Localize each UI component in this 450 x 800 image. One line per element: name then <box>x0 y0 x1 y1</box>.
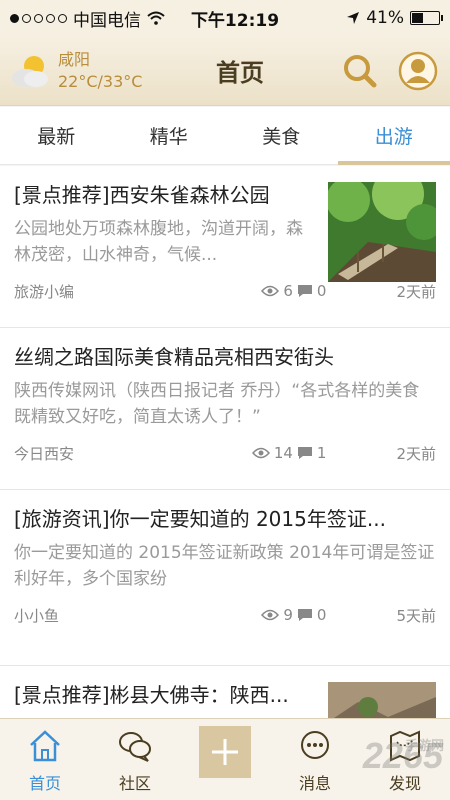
article-time: 2天前 <box>396 282 436 301</box>
comment-count: 0 <box>316 606 327 624</box>
location-arrow-icon <box>347 12 360 24</box>
comment-count: 0 <box>316 282 327 300</box>
status-bar: 中国电信 下午12:19 41% <box>0 0 450 36</box>
article-time: 2天前 <box>396 444 436 463</box>
tabbar-home[interactable]: 首页 <box>0 719 90 800</box>
app-header: 咸阳 22°C/33°C 首页 <box>0 36 450 106</box>
article-summary: 陕西传媒网讯（陕西日报记者 乔丹）“各式各样的美食既精致又好吃，简直太诱人了！” <box>14 381 420 427</box>
article-meta: 今日西安 14 1 2天前 <box>14 440 436 466</box>
tabbar-label: 社区 <box>118 774 151 793</box>
tabbar-messages[interactable]: 消息 <box>270 719 360 800</box>
tab-featured[interactable]: 精华 <box>113 107 226 164</box>
tab-latest[interactable]: 最新 <box>0 107 113 164</box>
status-time: 下午12:19 <box>190 10 280 31</box>
view-count: 14 <box>273 444 293 462</box>
header-actions <box>330 51 450 91</box>
battery-percent: 41% <box>366 8 404 28</box>
article-time: 5天前 <box>396 606 436 625</box>
comment-count: 1 <box>316 444 327 462</box>
tab-travel[interactable]: 出游 <box>337 107 450 165</box>
message-dots-icon <box>301 731 329 759</box>
article-thumbnail <box>328 182 436 282</box>
article-title: [景点推荐]西安朱雀森林公园 <box>14 183 270 207</box>
comment-icon <box>297 285 312 297</box>
article-title: [旅游资讯]你一定要知道的 2015年签证... <box>14 507 386 531</box>
category-tabs: 最新 精华 美食 出游 <box>0 107 450 165</box>
article-list: [景点推荐]西安朱雀森林公园 公园地处万项森林腹地，沟道开阔，森林茂密，山水神奇… <box>0 166 450 718</box>
tabbar-community[interactable]: 社区 <box>90 719 180 800</box>
profile-avatar-icon[interactable] <box>398 51 438 91</box>
status-right: 41% <box>290 8 443 28</box>
wifi-icon <box>147 11 165 25</box>
bottom-tab-bar: 首页 社区 消息 发现 <box>0 718 450 800</box>
tabbar-label: 首页 <box>28 774 61 793</box>
article-source: 小小鱼 <box>14 606 60 625</box>
battery-icon <box>410 11 443 25</box>
compose-button[interactable] <box>199 726 251 778</box>
carrier-label: 中国电信 <box>73 10 141 31</box>
weather-widget[interactable]: 咸阳 22°C/33°C <box>0 49 170 93</box>
status-left: 中国电信 <box>10 6 180 31</box>
article-title: 丝绸之路国际美食精品亮相西安街头 <box>14 345 334 369</box>
article-stats: 6 0 <box>261 282 326 300</box>
tabbar-compose[interactable] <box>180 719 270 800</box>
comment-icon <box>297 609 312 621</box>
article-thumbnail <box>328 682 436 718</box>
article-item[interactable]: 丝绸之路国际美食精品亮相西安街头 陕西传媒网讯（陕西日报记者 乔丹）“各式各样的… <box>0 328 450 490</box>
view-count: 6 <box>283 282 293 300</box>
map-icon <box>390 730 420 762</box>
chat-bubbles-icon <box>119 732 151 762</box>
article-item[interactable]: [旅游资讯]你一定要知道的 2015年签证... 你一定要知道的 2015年签证… <box>0 490 450 666</box>
weather-info: 咸阳 22°C/33°C <box>58 49 142 93</box>
temperature-range: 22°C/33°C <box>58 71 143 91</box>
article-item[interactable]: [景点推荐]彬县大佛寺：陕西... <box>0 666 450 718</box>
tabbar-label: 消息 <box>298 774 331 793</box>
view-count: 9 <box>283 606 293 624</box>
eye-icon <box>261 285 280 297</box>
plus-icon <box>212 739 238 765</box>
signal-strength-icon <box>10 13 67 23</box>
eye-icon <box>261 609 280 621</box>
page-title: 首页 <box>216 59 264 87</box>
article-stats: 14 1 <box>251 444 327 462</box>
tab-food[interactable]: 美食 <box>225 107 338 164</box>
article-stats: 9 0 <box>261 606 326 624</box>
article-item[interactable]: [景点推荐]西安朱雀森林公园 公园地处万项森林腹地，沟道开阔，森林茂密，山水神奇… <box>0 166 450 328</box>
partly-cloudy-icon <box>12 55 48 87</box>
article-source: 今日西安 <box>14 444 75 463</box>
article-title: [景点推荐]彬县大佛寺：陕西... <box>14 683 289 707</box>
tabbar-label: 发现 <box>388 774 421 793</box>
city-name: 咸阳 <box>58 49 91 69</box>
tabbar-discover[interactable]: 发现 <box>360 719 450 800</box>
article-meta: 小小鱼 9 0 5天前 <box>14 602 436 628</box>
article-summary: 公园地处万项森林腹地，沟道开阔，森林茂密，山水神奇，气候... <box>14 219 303 265</box>
comment-icon <box>297 447 312 459</box>
home-icon <box>30 730 60 762</box>
search-icon[interactable] <box>340 51 380 91</box>
eye-icon <box>251 447 270 459</box>
article-summary: 你一定要知道的 2015年签证新政策 2014年可谓是签证利好年，多个国家纷 <box>14 543 435 589</box>
article-source: 旅游小编 <box>14 282 75 301</box>
